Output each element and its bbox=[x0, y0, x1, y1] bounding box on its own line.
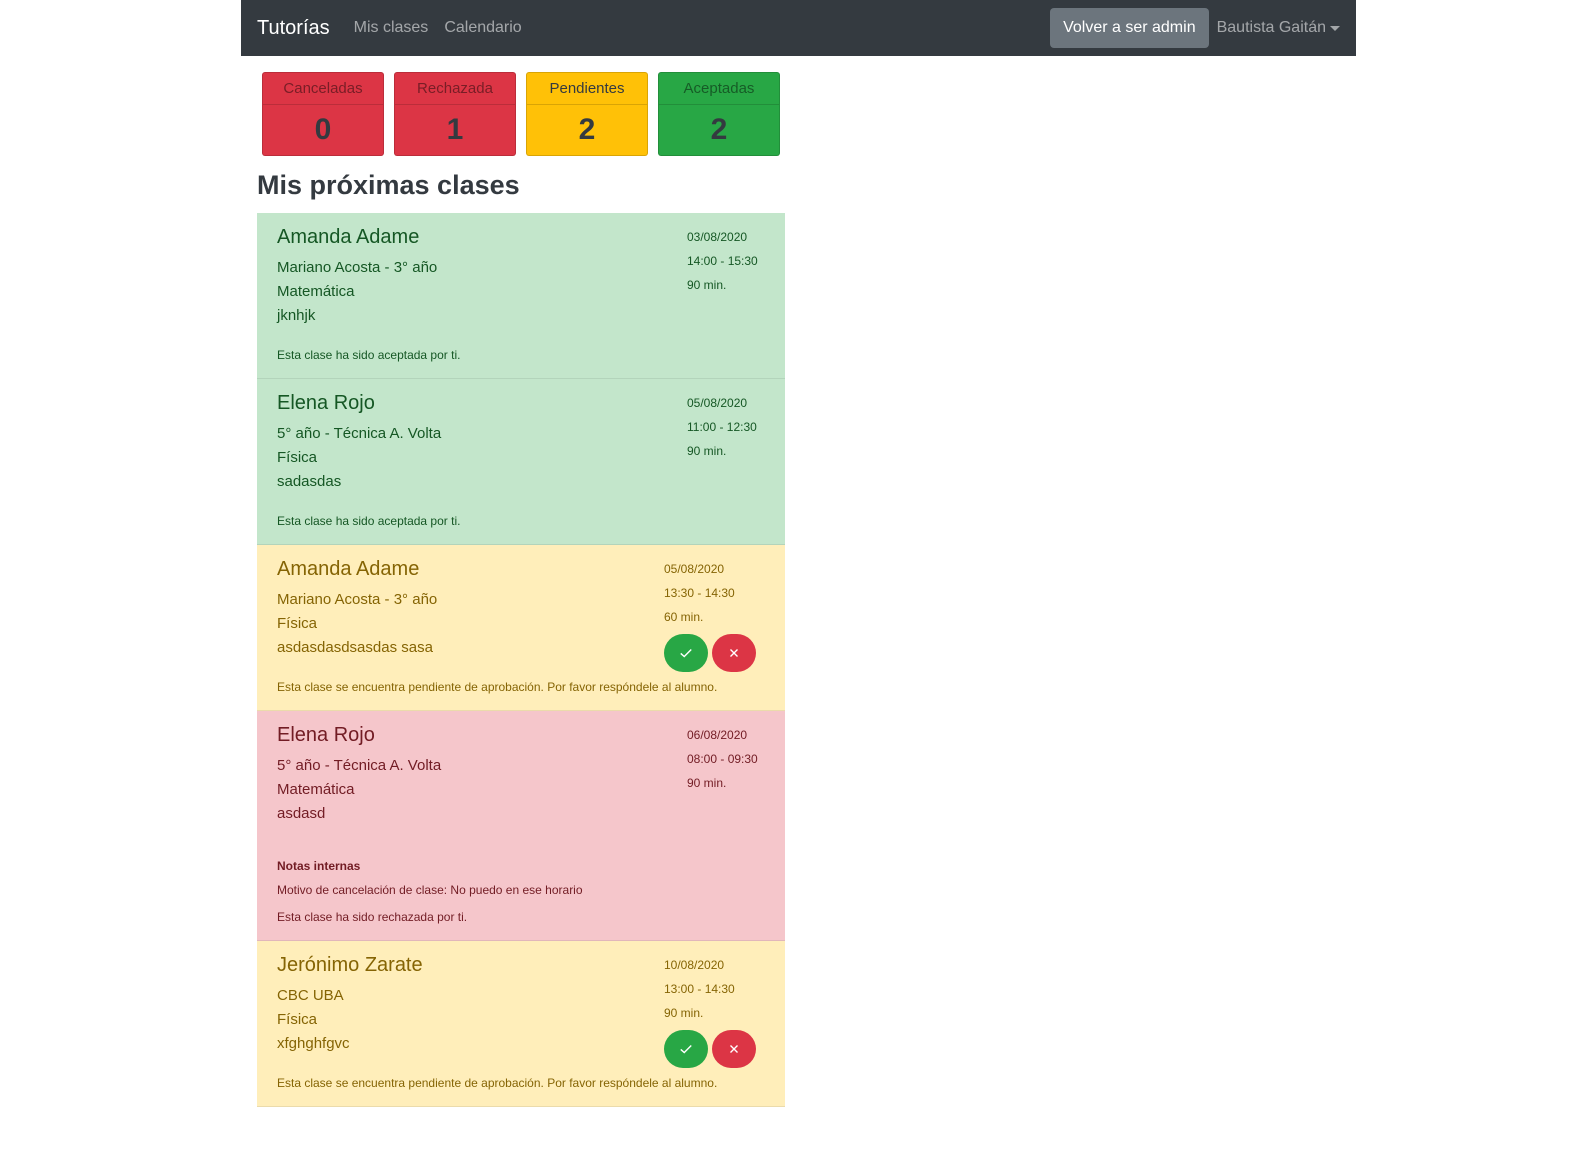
close-icon bbox=[730, 1045, 738, 1053]
stat-value: 2 bbox=[578, 113, 596, 146]
class-duration: 90 min. bbox=[687, 278, 727, 292]
stat-aceptadas: Aceptadas 2 bbox=[658, 72, 780, 156]
class-notes: jknhjk bbox=[277, 307, 316, 324]
class-item[interactable]: Jerónimo Zarate CBC UBA Física xfghghfgv… bbox=[257, 941, 785, 1107]
reject-class-button[interactable] bbox=[712, 1030, 756, 1068]
class-actions bbox=[664, 634, 760, 672]
class-duration: 90 min. bbox=[664, 1006, 704, 1020]
caret-down-icon bbox=[1330, 25, 1340, 31]
class-status-text: Esta clase ha sido rechazada por ti. bbox=[277, 910, 468, 924]
class-status-text: Esta clase se encuentra pendiente de apr… bbox=[277, 1076, 718, 1090]
internal-notes-title: Notas internas bbox=[277, 859, 361, 873]
class-item[interactable]: Amanda Adame Mariano Acosta - 3° año Fís… bbox=[257, 545, 785, 711]
class-meta: 05/08/2020 13:30 - 14:30 60 min. bbox=[664, 561, 760, 672]
class-meta: 06/08/2020 08:00 - 09:30 90 min. bbox=[687, 727, 765, 799]
stat-label: Canceladas bbox=[263, 73, 383, 105]
nav-link-mis-clases[interactable]: Mis clases bbox=[354, 19, 429, 37]
reject-class-button[interactable] bbox=[712, 634, 756, 672]
class-status-text: Esta clase se encuentra pendiente de apr… bbox=[277, 680, 718, 694]
class-time: 13:30 - 14:30 bbox=[664, 586, 735, 600]
class-duration: 60 min. bbox=[664, 610, 704, 624]
user-dropdown[interactable]: Bautista Gaitán bbox=[1217, 19, 1340, 37]
stat-value: 0 bbox=[314, 113, 332, 146]
stat-label: Rechazada bbox=[395, 73, 515, 105]
class-time: 11:00 - 12:30 bbox=[687, 420, 757, 434]
back-to-admin-button[interactable]: Volver a ser admin bbox=[1050, 8, 1209, 48]
user-name: Bautista Gaitán bbox=[1216, 19, 1326, 36]
class-date: 05/08/2020 bbox=[687, 396, 748, 410]
class-notes: asdasd bbox=[277, 805, 326, 822]
class-duration: 90 min. bbox=[687, 444, 727, 458]
class-status-text: Esta clase ha sido aceptada por ti. bbox=[277, 514, 461, 528]
class-item[interactable]: Elena Rojo 5° año - Técnica A. Volta Mat… bbox=[257, 711, 785, 941]
stat-value: 1 bbox=[446, 113, 464, 146]
class-meta: 05/08/2020 11:00 - 12:30 90 min. bbox=[687, 395, 765, 467]
navbar-right: Volver a ser admin Bautista Gaitán bbox=[1050, 8, 1340, 48]
class-time: 08:00 - 09:30 bbox=[687, 752, 758, 766]
classes-list: Amanda Adame Mariano Acosta - 3° año Mat… bbox=[257, 213, 785, 1107]
status-summary: Canceladas 0 Rechazada 1 Pendientes 2 Ac… bbox=[262, 72, 790, 156]
class-item[interactable]: Amanda Adame Mariano Acosta - 3° año Mat… bbox=[257, 213, 785, 379]
class-meta: 03/08/2020 14:00 - 15:30 90 min. bbox=[687, 229, 765, 301]
close-icon bbox=[730, 649, 738, 657]
brand-link[interactable]: Tutorías bbox=[257, 17, 330, 40]
class-meta: 10/08/2020 13:00 - 14:30 90 min. bbox=[664, 957, 760, 1068]
class-time: 14:00 - 15:30 bbox=[687, 254, 758, 268]
accept-class-button[interactable] bbox=[664, 1030, 708, 1068]
stat-label: Pendientes bbox=[527, 73, 647, 105]
class-actions bbox=[664, 1030, 760, 1068]
page-title: Mis próximas clases bbox=[257, 170, 520, 200]
class-date: 06/08/2020 bbox=[687, 728, 748, 742]
class-date: 10/08/2020 bbox=[664, 958, 725, 972]
nav-link-calendario[interactable]: Calendario bbox=[444, 19, 521, 37]
check-icon bbox=[680, 1045, 692, 1054]
class-duration: 90 min. bbox=[687, 776, 727, 790]
top-navbar: Tutorías Mis clases Calendario Volver a … bbox=[241, 0, 1356, 56]
class-date: 05/08/2020 bbox=[664, 562, 725, 576]
stat-pendientes: Pendientes 2 bbox=[526, 72, 648, 156]
class-date: 03/08/2020 bbox=[687, 230, 748, 244]
check-icon bbox=[680, 649, 692, 658]
class-status-text: Esta clase ha sido aceptada por ti. bbox=[277, 348, 461, 362]
class-time: 13:00 - 14:30 bbox=[664, 982, 735, 996]
stat-value: 2 bbox=[710, 113, 728, 146]
stat-canceladas: Canceladas 0 bbox=[262, 72, 384, 156]
class-item[interactable]: Elena Rojo 5° año - Técnica A. Volta Fís… bbox=[257, 379, 785, 545]
class-notes: sadasdas bbox=[277, 473, 342, 490]
accept-class-button[interactable] bbox=[664, 634, 708, 672]
stat-label: Aceptadas bbox=[659, 73, 779, 105]
stat-rechazada: Rechazada 1 bbox=[394, 72, 516, 156]
internal-notes-text: Motivo de cancelación de clase: No puedo… bbox=[277, 883, 583, 897]
